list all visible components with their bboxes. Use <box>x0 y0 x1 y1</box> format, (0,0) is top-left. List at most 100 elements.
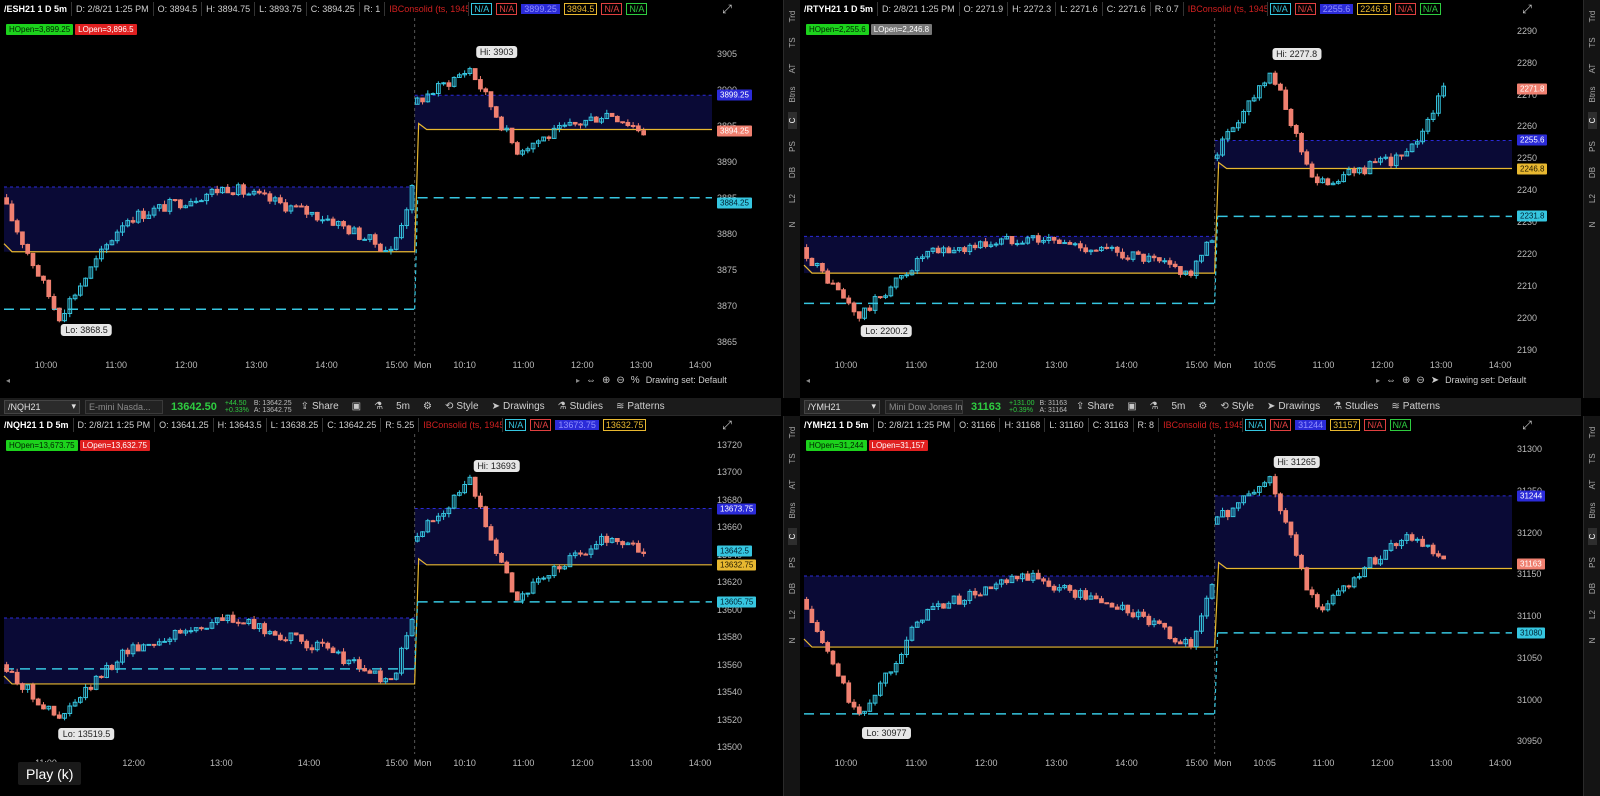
candle-body <box>514 591 520 601</box>
side-tab-btns[interactable]: Btns <box>1588 502 1597 519</box>
time-axis[interactable]: 10:00 11:00 12:00 13:00 14:00 15:00 Mon 10:10 11… <box>0 360 712 374</box>
candle-prev <box>178 199 183 210</box>
candle-body <box>546 136 552 139</box>
time-axis[interactable]: 10:00 11:00 12:00 13:00 14:00 15:00 Mon 10:05 11… <box>800 360 1512 374</box>
side-tab-ts[interactable]: TS <box>788 34 797 51</box>
side-tab-trd[interactable]: Trd <box>1588 8 1597 25</box>
side-tab-at[interactable]: AT <box>788 476 797 493</box>
side-tab-trd[interactable]: Trd <box>788 8 797 25</box>
candle-body <box>1135 251 1141 255</box>
side-tab-n[interactable]: N <box>1588 632 1597 649</box>
side-tab-ts[interactable]: TS <box>788 450 797 467</box>
pan-icon[interactable]: ⇔ <box>586 375 596 386</box>
candle-body <box>1372 557 1378 565</box>
scroll-right-icon[interactable]: ▸ <box>576 376 580 385</box>
candle-today <box>499 115 504 132</box>
candle-body <box>325 218 331 221</box>
chart-panel-es[interactable]: /ESH21 1 D 5m D: 2/8/21 1:25 PM O: 3894.5 H… <box>0 0 800 398</box>
candle-body <box>383 250 389 253</box>
crosshair-icon[interactable]: ⊕ <box>602 375 610 386</box>
percent-icon[interactable]: % <box>631 375 640 386</box>
price-tick: 30950 <box>1517 736 1543 747</box>
side-tab-trd[interactable]: Trd <box>1588 424 1597 441</box>
side-tab-l2[interactable]: L2 <box>788 606 797 623</box>
side-tab-l2[interactable]: L2 <box>1588 606 1597 623</box>
side-tab-at[interactable]: AT <box>1588 476 1597 493</box>
side-tab-db[interactable]: DB <box>1588 580 1597 597</box>
drawing-set-label[interactable]: Drawing set: Default <box>1445 375 1526 385</box>
candle-prev <box>820 262 825 273</box>
price-axis[interactable]: 3905390038953890388538803875387038653899… <box>717 0 767 398</box>
side-tab-btns[interactable]: Btns <box>788 86 797 103</box>
candle-prev <box>1035 569 1041 580</box>
candle-body <box>841 289 846 299</box>
candle-prev <box>25 684 31 693</box>
side-tab-c[interactable]: C <box>788 528 797 545</box>
candle-today <box>1309 161 1315 178</box>
side-tab-db[interactable]: DB <box>788 164 797 181</box>
candle-prev <box>62 309 67 323</box>
candle-body <box>1372 161 1378 164</box>
candle-today <box>1299 132 1304 155</box>
side-tab-btns[interactable]: Btns <box>788 502 797 519</box>
scroll-right-icon[interactable]: ▸ <box>1376 376 1380 385</box>
candle-body <box>272 631 278 636</box>
side-tab-db[interactable]: DB <box>788 580 797 597</box>
price-axis[interactable]: 2290 2280 2270 2260 2250 2240 2230 2220 2210 2200… <box>1517 0 1567 398</box>
candle-prev <box>72 699 78 707</box>
price-axis[interactable]: 3130031250312003115031100310503100030950… <box>1517 398 1567 796</box>
scroll-left-icon[interactable]: ◂ <box>6 376 10 385</box>
side-tab-btns[interactable]: Btns <box>1588 86 1597 103</box>
time-axis[interactable]: 10:00 11:00 12:00 13:00 14:00 15:00 Mon 10:05 11… <box>800 758 1512 772</box>
side-tab-l2[interactable]: L2 <box>788 190 797 207</box>
side-tab-at[interactable]: AT <box>788 60 797 77</box>
side-tab-ps[interactable]: PS <box>1588 138 1597 155</box>
play-button[interactable]: Play (k) <box>18 762 82 785</box>
side-tab-at[interactable]: AT <box>1588 60 1597 77</box>
price-axis[interactable]: 1372013700136801366013640136201360013580… <box>717 398 767 796</box>
price-chart[interactable] <box>800 0 1512 398</box>
side-tab-c[interactable]: C <box>1588 112 1597 129</box>
candle-body <box>1167 626 1173 640</box>
candle-body <box>441 82 446 85</box>
side-tab-ts[interactable]: TS <box>1588 34 1597 51</box>
prev-range-box <box>804 576 1215 648</box>
side-tab-ps[interactable]: PS <box>788 138 797 155</box>
candle-body <box>1125 257 1131 260</box>
side-tab-c[interactable]: C <box>788 112 797 129</box>
side-tab-n[interactable]: N <box>788 216 797 233</box>
pan-icon[interactable]: ⇔ <box>1386 375 1396 386</box>
chart-panel-rty[interactable]: /RTYH21 1 D 5m D: 2/8/21 1:25 PM O: 2271.9… <box>800 0 1600 398</box>
high-label: Hi: 31265 <box>1273 456 1320 469</box>
price-tick: 3865 <box>717 336 738 347</box>
chart-panel-ym[interactable]: /YMH21 ▾ Mini Dow Jones In... 31163 +131.00 +… <box>800 398 1600 796</box>
zoom-icon[interactable]: ⊖ <box>616 375 624 386</box>
candle-today <box>1246 100 1252 116</box>
price-tick: 13620 <box>717 577 743 588</box>
candle-body <box>172 199 178 202</box>
zoom-icon[interactable]: ⊖ <box>1416 375 1424 386</box>
price-tag: 13673.75 <box>717 503 757 514</box>
drawing-set-label[interactable]: Drawing set: Default <box>646 375 727 385</box>
cursor-icon[interactable]: ➤ <box>1431 375 1439 386</box>
candle-body <box>20 683 25 690</box>
side-tab-n[interactable]: N <box>788 632 797 649</box>
side-tab-ps[interactable]: PS <box>788 554 797 571</box>
price-chart[interactable] <box>0 0 712 398</box>
side-tab-l2[interactable]: L2 <box>1588 190 1597 207</box>
side-tab-n[interactable]: N <box>1588 216 1597 233</box>
side-tab-db[interactable]: DB <box>1588 164 1597 181</box>
side-tab-ts[interactable]: TS <box>1588 450 1597 467</box>
price-tag: 31244 <box>1517 490 1546 502</box>
candle-body <box>1146 615 1152 626</box>
side-tab-c[interactable]: C <box>1588 528 1597 545</box>
candle-body <box>283 639 288 642</box>
scroll-left-icon[interactable]: ◂ <box>806 376 810 385</box>
time-axis[interactable]: 11:0012:0013:0014:0015:00Mon10:1011:0012… <box>0 758 712 772</box>
crosshair-icon[interactable]: ⊕ <box>1402 375 1410 386</box>
chart-panel-nq[interactable]: /NQH21 ▾ E-mini Nasda... 13642.50 +44.50 +0.3… <box>0 398 800 796</box>
side-tab-ps[interactable]: PS <box>1588 554 1597 571</box>
candle-body <box>4 664 9 672</box>
side-tab-trd[interactable]: Trd <box>788 424 797 441</box>
candle-body <box>109 664 115 670</box>
